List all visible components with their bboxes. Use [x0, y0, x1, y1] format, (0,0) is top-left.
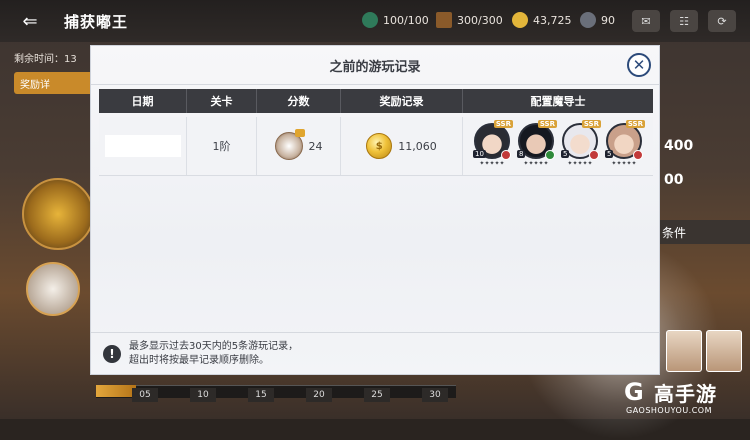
rank-badge: SSR — [581, 120, 601, 128]
column-header-reward: 奖励记录 — [341, 89, 463, 113]
resource-ticket: 300/300 — [436, 12, 503, 28]
reward-detail-button[interactable]: 奖励详 — [14, 72, 102, 94]
gold-emblem[interactable] — [22, 178, 94, 250]
watermark: G 高手游 GAOSHOUYOU.COM — [624, 376, 748, 416]
mage-portrait[interactable]: SSR 10 ✦✦✦✦✦ — [473, 120, 513, 169]
modal-header: 之前的游玩记录 — [91, 46, 659, 85]
gem-icon — [580, 12, 596, 28]
reward-value: 11,060 — [398, 139, 437, 153]
watermark-name: 高手游 — [654, 382, 717, 406]
pet-avatar[interactable] — [26, 262, 80, 316]
mage-portrait[interactable]: SSR 5 ✦✦✦✦✦ — [605, 120, 645, 169]
column-header-stage: 关卡 — [187, 89, 257, 113]
crown-icon — [294, 129, 305, 137]
resource-gold: 43,725 — [512, 12, 572, 28]
play-history-modal: 之前的游玩记录 ✕ 日期 关卡 分数 奖励记录 配置魔导士 1阶 24 $ 11… — [90, 45, 660, 375]
table-header: 日期 关卡 分数 奖励记录 配置魔导士 — [99, 89, 653, 113]
watermark-url: GAOSHOUYOU.COM — [626, 406, 713, 415]
stage-tick: 05 — [132, 388, 158, 402]
close-icon: ✕ — [632, 56, 646, 74]
star-rating: ✦✦✦✦✦ — [479, 160, 505, 167]
resource-stamina: 100/100 — [362, 12, 429, 28]
resource-value: 300/300 — [457, 13, 503, 27]
gold-coin-icon — [512, 12, 528, 28]
mage-lineup: SSR 10 ✦✦✦✦✦ SSR 8 ✦✦✦✦✦ SSR 5 ✦✦✦✦✦ SSR… — [473, 120, 645, 169]
rank-badge: SSR — [537, 120, 557, 128]
page-title: 捕获嘟王 — [64, 13, 129, 31]
element-icon — [545, 150, 555, 160]
element-icon — [589, 150, 599, 160]
settings-icon: ⟳ — [717, 14, 727, 28]
cell-stage: 1阶 — [187, 117, 257, 175]
rank-badge: SSR — [493, 120, 513, 128]
right-number: 00 — [664, 172, 684, 188]
stage-tick: 10 — [190, 388, 216, 402]
notice-bar: ! 最多显示过去30天内的5条游玩记录， 超出时将按最早记录顺序删除。 — [91, 332, 659, 375]
star-rating: ✦✦✦✦✦ — [611, 160, 637, 167]
top-bar: ⇐ 捕获嘟王 100/100 300/300 43,725 90 ✉ ☷ ⟳ — [0, 0, 750, 42]
condition-button[interactable]: 条件 — [656, 220, 750, 244]
boss-avatar-icon — [274, 129, 305, 160]
stage-tick: 30 — [422, 388, 448, 402]
chat-icon: ☷ — [679, 14, 689, 28]
resource-value: 43,725 — [533, 13, 572, 27]
chat-button[interactable]: ☷ — [670, 10, 698, 32]
back-arrow-icon: ⇐ — [22, 10, 38, 32]
star-rating: ✦✦✦✦✦ — [567, 160, 593, 167]
notice-line: 最多显示过去30天内的5条游玩记录， — [129, 341, 299, 352]
cell-score: 24 — [257, 117, 341, 175]
mage-level: 10 — [473, 150, 486, 158]
settings-button[interactable]: ⟳ — [708, 10, 736, 32]
watermark-logo: G — [624, 378, 644, 406]
notice-text: 最多显示过去30天内的5条游玩记录， 超出时将按最早记录顺序删除。 — [129, 340, 298, 368]
cell-mages: SSR 10 ✦✦✦✦✦ SSR 8 ✦✦✦✦✦ SSR 5 ✦✦✦✦✦ SSR… — [463, 117, 653, 175]
mage-portrait[interactable]: SSR 8 ✦✦✦✦✦ — [517, 120, 557, 169]
mage-level: 5 — [561, 150, 570, 158]
star-rating: ✦✦✦✦✦ — [523, 160, 549, 167]
gold-coin-icon: $ — [366, 133, 393, 159]
exclamation-icon: ! — [103, 345, 121, 363]
resource-value: 90 — [601, 13, 615, 27]
element-icon — [633, 150, 643, 160]
cell-date — [99, 117, 187, 175]
resource-value: 100/100 — [383, 13, 429, 27]
stamina-icon — [362, 12, 378, 28]
mage-level: 5 — [605, 150, 614, 158]
stage-progress-fill — [96, 385, 136, 397]
pet-card[interactable] — [706, 330, 742, 372]
notice-line: 超出时将按最早记录顺序删除。 — [129, 355, 269, 366]
cell-reward: $ 11,060 — [341, 117, 463, 175]
rank-badge: SSR — [625, 120, 645, 128]
column-header-mages: 配置魔导士 — [530, 95, 586, 108]
mage-level: 8 — [517, 150, 526, 158]
remaining-time: 剩余时间：13 — [14, 54, 77, 65]
table-row: 1阶 24 $ 11,060 SSR 10 ✦✦✦✦✦ SSR 8 ✦✦✦✦✦ … — [99, 117, 653, 176]
mail-icon: ✉ — [641, 14, 651, 28]
date-value — [104, 135, 181, 157]
back-button[interactable]: ⇐ — [10, 8, 50, 34]
column-header-date: 日期 — [99, 89, 187, 113]
pet-card[interactable] — [666, 330, 702, 372]
stage-tick: 25 — [364, 388, 390, 402]
column-header-score: 分数 — [257, 89, 341, 113]
stage-tick: 15 — [248, 388, 274, 402]
ticket-icon — [436, 12, 452, 28]
mage-portrait[interactable]: SSR 5 ✦✦✦✦✦ — [561, 120, 601, 169]
resource-gem: 90 — [580, 12, 615, 28]
stage-tick: 20 — [306, 388, 332, 402]
right-number: 400 — [664, 138, 694, 154]
score-value: 24 — [308, 139, 323, 153]
modal-title: 之前的游玩记录 — [329, 59, 421, 75]
element-icon — [501, 150, 511, 160]
mail-button[interactable]: ✉ — [632, 10, 660, 32]
close-button[interactable]: ✕ — [627, 53, 651, 77]
stage-value: 1阶 — [212, 140, 231, 153]
